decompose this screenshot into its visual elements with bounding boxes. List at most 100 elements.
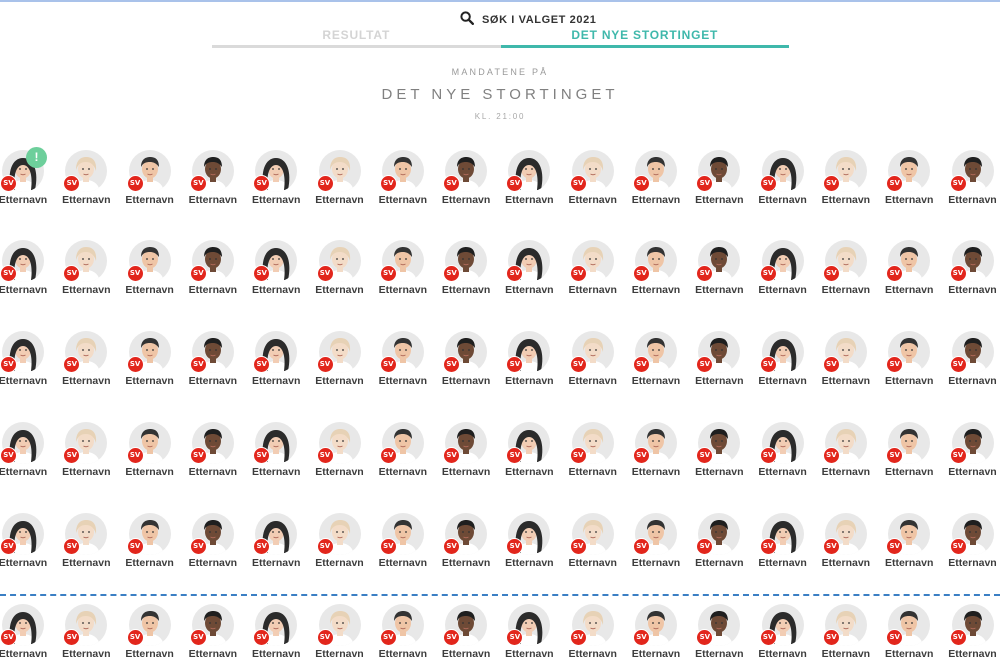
seat-card[interactable]: SV Etternavn [498,513,560,575]
seat-card[interactable]: SV Etternavn [372,240,434,302]
seat-card[interactable]: SV Etternavn [0,240,54,302]
seat-card[interactable]: SV Etternavn [688,150,750,212]
seat-card[interactable]: SV Etternavn [372,604,434,666]
seat-card[interactable]: SV Etternavn [372,422,434,484]
seat-card[interactable]: SV Etternavn [498,150,560,212]
seat-card[interactable]: SV Etternavn [119,513,181,575]
seat-card[interactable]: SV Etternavn [435,604,497,666]
seat-card[interactable]: SV Etternavn [815,604,877,666]
seat-card[interactable]: SV Etternavn [942,513,1000,575]
seat-card[interactable]: SV Etternavn [625,604,687,666]
seat-card[interactable]: SV Etternavn [119,240,181,302]
seat-card[interactable]: SV Etternavn [625,240,687,302]
seat-card[interactable]: SV! Etternavn [0,147,54,212]
seat-card[interactable]: SV Etternavn [942,422,1000,484]
seat-card[interactable]: SV Etternavn [182,240,244,302]
seat-card[interactable]: SV Etternavn [245,150,307,212]
seat-card[interactable]: SV Etternavn [245,604,307,666]
seat-card[interactable]: SV Etternavn [182,604,244,666]
seat-card[interactable]: SV Etternavn [55,604,117,666]
seat-card[interactable]: SV Etternavn [878,331,940,393]
seat-card[interactable]: SV Etternavn [372,331,434,393]
avatar-wrapper: SV [696,331,742,373]
seat-name: Etternavn [568,284,617,296]
seat-card[interactable]: SV Etternavn [55,422,117,484]
seat-card[interactable]: SV Etternavn [752,422,814,484]
seat-card[interactable]: SV Etternavn [0,331,54,393]
seat-card[interactable]: SV Etternavn [688,513,750,575]
seat-card[interactable]: SV Etternavn [372,150,434,212]
seat-card[interactable]: SV Etternavn [0,422,54,484]
seat-card[interactable]: SV Etternavn [0,513,54,575]
seat-card[interactable]: SV Etternavn [182,513,244,575]
seat-card[interactable]: SV Etternavn [372,513,434,575]
seat-card[interactable]: SV Etternavn [815,240,877,302]
seat-card[interactable]: SV Etternavn [182,422,244,484]
seat-card[interactable]: SV Etternavn [942,240,1000,302]
seat-card[interactable]: SV Etternavn [878,150,940,212]
seat-card[interactable]: SV Etternavn [752,604,814,666]
seat-card[interactable]: SV Etternavn [55,331,117,393]
seat-card[interactable]: SV Etternavn [625,513,687,575]
seat-card[interactable]: SV Etternavn [309,150,371,212]
seat-card[interactable]: SV Etternavn [942,331,1000,393]
seat-card[interactable]: SV Etternavn [0,604,54,666]
seat-card[interactable]: SV Etternavn [119,422,181,484]
seat-card[interactable]: SV Etternavn [815,513,877,575]
seat-card[interactable]: SV Etternavn [688,331,750,393]
seat-card[interactable]: SV Etternavn [942,150,1000,212]
seat-card[interactable]: SV Etternavn [245,240,307,302]
seat-card[interactable]: SV Etternavn [245,513,307,575]
seat-card[interactable]: SV Etternavn [815,150,877,212]
seat-card[interactable]: SV Etternavn [752,513,814,575]
seat-card[interactable]: SV Etternavn [815,422,877,484]
seat-card[interactable]: SV Etternavn [309,422,371,484]
seat-card[interactable]: SV Etternavn [498,331,560,393]
seat-card[interactable]: SV Etternavn [562,331,624,393]
seat-card[interactable]: SV Etternavn [55,240,117,302]
seat-card[interactable]: SV Etternavn [498,604,560,666]
seat-card[interactable]: SV Etternavn [688,240,750,302]
seat-card[interactable]: SV Etternavn [245,422,307,484]
seat-card[interactable]: SV Etternavn [55,150,117,212]
seat-card[interactable]: SV Etternavn [182,331,244,393]
seat-card[interactable]: SV Etternavn [625,150,687,212]
seat-card[interactable]: SV Etternavn [119,150,181,212]
seat-card[interactable]: SV Etternavn [435,240,497,302]
seat-card[interactable]: SV Etternavn [625,331,687,393]
seat-card[interactable]: SV Etternavn [562,150,624,212]
seat-card[interactable]: SV Etternavn [878,513,940,575]
seat-card[interactable]: SV Etternavn [309,240,371,302]
seat-card[interactable]: SV Etternavn [435,150,497,212]
seat-card[interactable]: SV Etternavn [878,604,940,666]
seat-card[interactable]: SV Etternavn [119,331,181,393]
seat-card[interactable]: SV Etternavn [815,331,877,393]
seat-card[interactable]: SV Etternavn [878,422,940,484]
seat-card[interactable]: SV Etternavn [688,422,750,484]
seat-card[interactable]: SV Etternavn [625,422,687,484]
seat-card[interactable]: SV Etternavn [562,604,624,666]
seat-card[interactable]: SV Etternavn [498,422,560,484]
seat-card[interactable]: SV Etternavn [245,331,307,393]
seat-card[interactable]: SV Etternavn [752,150,814,212]
seat-card[interactable]: SV Etternavn [562,513,624,575]
seat-card[interactable]: SV Etternavn [182,150,244,212]
seat-card[interactable]: SV Etternavn [435,331,497,393]
seat-card[interactable]: SV Etternavn [435,422,497,484]
seat-name: Etternavn [948,466,997,478]
seat-card[interactable]: SV Etternavn [752,331,814,393]
seat-card[interactable]: SV Etternavn [688,604,750,666]
seat-card[interactable]: SV Etternavn [562,240,624,302]
seat-card[interactable]: SV Etternavn [309,604,371,666]
seat-card[interactable]: SV Etternavn [498,240,560,302]
seat-card[interactable]: SV Etternavn [119,604,181,666]
seat-card[interactable]: SV Etternavn [942,604,1000,666]
seat-card[interactable]: SV Etternavn [309,331,371,393]
seat-card[interactable]: SV Etternavn [752,240,814,302]
seat-card[interactable]: SV Etternavn [309,513,371,575]
seat-card[interactable]: SV Etternavn [878,240,940,302]
seat-card[interactable]: SV Etternavn [562,422,624,484]
seat-card[interactable]: SV Etternavn [55,513,117,575]
seat-card[interactable]: SV Etternavn [435,513,497,575]
seat-name: Etternavn [62,194,111,206]
